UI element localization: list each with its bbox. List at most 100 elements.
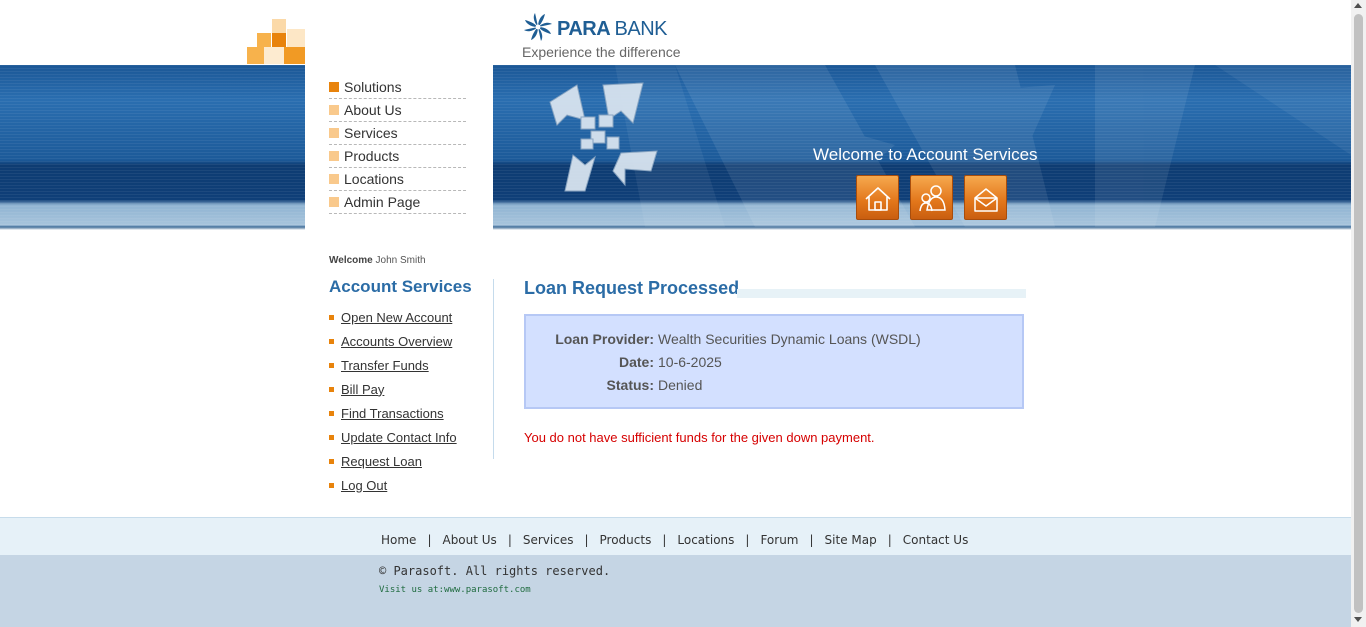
welcome-user: Welcome John Smith bbox=[329, 255, 426, 266]
top-menu-item-products[interactable]: Products bbox=[329, 145, 466, 168]
sidebar-item-log-out[interactable]: Log Out bbox=[329, 473, 457, 497]
menu-bullet-icon bbox=[329, 151, 339, 161]
vertical-scrollbar[interactable] bbox=[1351, 0, 1366, 627]
sidebar-item-transfer-funds[interactable]: Transfer Funds bbox=[329, 353, 457, 377]
footer-link-services[interactable]: Services bbox=[523, 533, 574, 547]
footer-separator: | bbox=[809, 533, 814, 547]
sidebar-item-label[interactable]: Log Out bbox=[341, 478, 387, 493]
copyright-text: © Parasoft. All rights reserved. bbox=[379, 564, 611, 578]
sidebar-item-label[interactable]: Transfer Funds bbox=[341, 358, 429, 373]
top-menu-item-label: Locations bbox=[344, 171, 404, 187]
home-icon bbox=[865, 187, 891, 211]
top-menu-item-label: Services bbox=[344, 125, 398, 141]
sidebar-item-label[interactable]: Open New Account bbox=[341, 310, 452, 325]
about-button[interactable] bbox=[910, 175, 953, 220]
account-services-title: Account Services bbox=[329, 277, 472, 296]
footer-link-forum[interactable]: Forum bbox=[760, 533, 798, 547]
loan-result-panel: Loan Provider: Wealth Securities Dynamic… bbox=[524, 314, 1024, 409]
envelope-icon bbox=[974, 188, 998, 212]
bullet-icon bbox=[329, 410, 334, 416]
footer-link-site-map[interactable]: Site Map bbox=[825, 533, 877, 547]
top-menu-item-locations[interactable]: Locations bbox=[329, 168, 466, 191]
brand-tagline: Experience the difference bbox=[522, 44, 681, 60]
result-row-date: Date: 10-6-2025 bbox=[526, 354, 1022, 374]
menu-bullet-icon bbox=[329, 105, 339, 115]
menu-bullet-icon bbox=[329, 197, 339, 207]
pinwheel-logo-icon bbox=[524, 13, 552, 41]
sidebar-item-label[interactable]: Find Transactions bbox=[341, 406, 444, 421]
footer-link-home[interactable]: Home bbox=[381, 533, 416, 547]
user-name: John Smith bbox=[375, 255, 426, 266]
bullet-icon bbox=[329, 434, 334, 440]
loan-provider-value: Wealth Securities Dynamic Loans (WSDL) bbox=[658, 331, 921, 347]
bullet-icon bbox=[329, 314, 334, 320]
welcome-banner-text: Welcome to Account Services bbox=[813, 145, 1038, 164]
error-message: You do not have sufficient funds for the… bbox=[524, 430, 875, 445]
scrollbar-thumb[interactable] bbox=[1354, 14, 1363, 613]
sidebar-item-find-transactions[interactable]: Find Transactions bbox=[329, 401, 457, 425]
footer-separator: | bbox=[662, 533, 667, 547]
top-menu-item-services[interactable]: Services bbox=[329, 122, 466, 145]
about-people-icon bbox=[919, 185, 946, 212]
bullet-icon bbox=[329, 362, 334, 368]
title-underline-bar bbox=[737, 289, 1026, 298]
result-row-status: Status: Denied bbox=[526, 377, 1022, 397]
bullet-icon bbox=[329, 386, 334, 392]
header-banner bbox=[0, 65, 1351, 230]
result-row-loan-provider: Loan Provider: Wealth Securities Dynamic… bbox=[526, 331, 1022, 351]
top-menu-item-label: Products bbox=[344, 148, 400, 164]
footer-nav: Home | About Us | Services | Products | Loca… bbox=[381, 533, 968, 547]
top-menu: Solutions About Us Services Products Loc… bbox=[329, 76, 466, 214]
home-button[interactable] bbox=[856, 175, 899, 220]
sidebar-item-accounts-overview[interactable]: Accounts Overview bbox=[329, 329, 457, 353]
footer-separator: | bbox=[427, 533, 432, 547]
status-value: Denied bbox=[658, 377, 703, 393]
sidebar-item-label[interactable]: Request Loan bbox=[341, 454, 422, 469]
bullet-icon bbox=[329, 482, 334, 488]
account-services-menu: Open New Account Accounts Overview Trans… bbox=[329, 305, 457, 497]
date-value: 10-6-2025 bbox=[658, 354, 722, 370]
footer-bottom bbox=[0, 555, 1351, 627]
footer-link-contact-us[interactable]: Contact Us bbox=[903, 533, 969, 547]
sidebar-item-label[interactable]: Accounts Overview bbox=[341, 334, 452, 349]
bullet-icon bbox=[329, 458, 334, 464]
top-menu-item-label: Admin Page bbox=[344, 194, 421, 210]
column-divider bbox=[493, 279, 494, 459]
result-label: Date: bbox=[618, 354, 654, 370]
footer-link-products[interactable]: Products bbox=[600, 533, 652, 547]
visit-prefix: Visit us at: bbox=[379, 585, 445, 595]
result-label: Loan Provider: bbox=[555, 331, 654, 347]
top-menu-item-about-us[interactable]: About Us bbox=[329, 99, 466, 122]
footer-separator: | bbox=[584, 533, 589, 547]
sidebar-item-open-new-account[interactable]: Open New Account bbox=[329, 305, 457, 329]
top-menu-item-solutions[interactable]: Solutions bbox=[329, 76, 466, 99]
footer-separator: | bbox=[507, 533, 512, 547]
scroll-down-arrow-icon[interactable] bbox=[1354, 617, 1362, 622]
brand-name-bold: PARA bbox=[557, 18, 610, 40]
visit-line: Visit us at:www.parasoft.com bbox=[379, 585, 531, 595]
sidebar-item-update-contact-info[interactable]: Update Contact Info bbox=[329, 425, 457, 449]
menu-bullet-icon bbox=[329, 82, 339, 92]
top-menu-item-admin-page[interactable]: Admin Page bbox=[329, 191, 466, 214]
top-menu-item-label: Solutions bbox=[344, 79, 402, 95]
sidebar-item-request-loan[interactable]: Request Loan bbox=[329, 449, 457, 473]
sidebar-item-label[interactable]: Bill Pay bbox=[341, 382, 384, 397]
footer-link-about-us[interactable]: About Us bbox=[442, 533, 496, 547]
contact-button[interactable] bbox=[964, 175, 1007, 220]
menu-bullet-icon bbox=[329, 174, 339, 184]
result-label: Status: bbox=[606, 377, 654, 393]
sidebar-item-bill-pay[interactable]: Bill Pay bbox=[329, 377, 457, 401]
sidebar-item-label[interactable]: Update Contact Info bbox=[341, 430, 457, 445]
parasoft-link[interactable]: www.parasoft.com bbox=[444, 585, 531, 595]
footer-separator: | bbox=[745, 533, 750, 547]
top-menu-item-label: About Us bbox=[344, 102, 402, 118]
parabank-logo-squares bbox=[247, 19, 307, 65]
brand-name-light: BANK bbox=[614, 18, 668, 40]
menu-bullet-icon bbox=[329, 128, 339, 138]
footer-separator: | bbox=[887, 533, 892, 547]
page-title: Loan Request Processed bbox=[524, 278, 740, 298]
footer-link-locations[interactable]: Locations bbox=[677, 533, 734, 547]
scroll-up-arrow-icon[interactable] bbox=[1354, 3, 1362, 8]
bullet-icon bbox=[329, 338, 334, 344]
brand-name: PARA BANK bbox=[557, 18, 667, 41]
